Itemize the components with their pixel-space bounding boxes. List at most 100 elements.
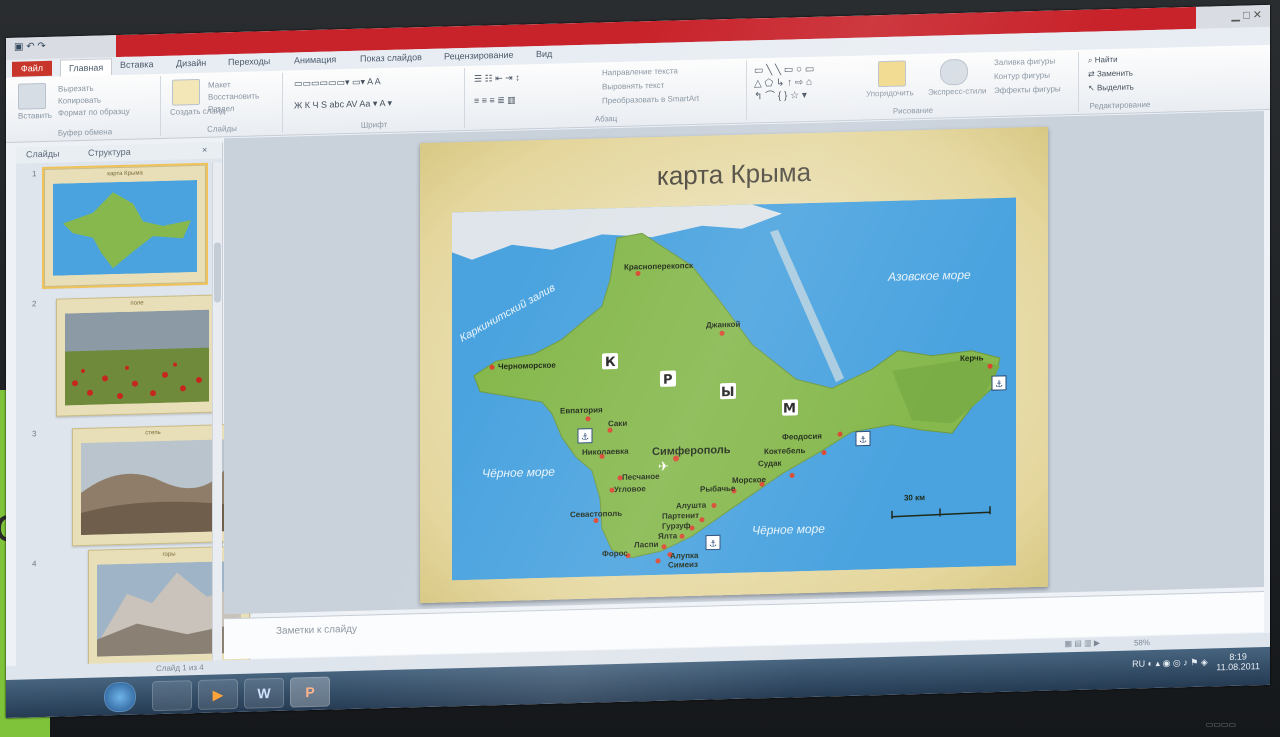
sea-label: Чёрное море bbox=[752, 522, 825, 538]
tab-insert[interactable]: Вставка bbox=[120, 59, 153, 70]
close-pane-icon[interactable]: × bbox=[202, 145, 207, 155]
city-label: Судак bbox=[758, 459, 783, 469]
copy-button[interactable]: Копировать bbox=[58, 96, 101, 106]
font-format-buttons[interactable]: Ж К Ч S abc AV Aa ▾ A ▾ bbox=[294, 98, 392, 112]
binoculars-icon: ⌕ bbox=[1088, 55, 1093, 65]
slide-number: 2 bbox=[32, 299, 37, 309]
replace-button[interactable]: ⇄ Заменить bbox=[1088, 68, 1133, 78]
reset-button[interactable]: Восстановить bbox=[208, 91, 259, 101]
language-indicator[interactable]: RU bbox=[1132, 659, 1145, 669]
tab-slides[interactable]: Слайды bbox=[26, 149, 60, 160]
system-tray[interactable]: RU ◐ ▴ ◉ ◎ ♪ ⚑ ◈ 8:19 11.08.2011 bbox=[1132, 651, 1260, 674]
quick-access-toolbar[interactable]: ▣ ↶ ↷ bbox=[14, 41, 46, 53]
group-font: ▭▭▭▭▭▭▾ ▭▾ A A Ж К Ч S abc AV Aa ▾ A ▾ Ш… bbox=[284, 67, 465, 133]
city-label: Алушта bbox=[676, 501, 707, 511]
minimize-icon[interactable]: ▁ bbox=[1232, 10, 1240, 22]
cut-button[interactable]: Вырезать bbox=[58, 84, 94, 94]
arrange-button[interactable]: Упорядочить bbox=[866, 88, 914, 98]
smartart-button[interactable]: Преобразовать в SmartArt bbox=[602, 94, 699, 106]
align-text-button[interactable]: Выровнять текст bbox=[602, 81, 664, 92]
close-icon[interactable]: ✕ bbox=[1253, 9, 1262, 21]
slide-thumbnail-1[interactable]: карта Крыма bbox=[42, 162, 208, 290]
save-icon[interactable]: ▣ bbox=[14, 42, 23, 53]
slides-pane-scrollbar[interactable] bbox=[212, 162, 222, 663]
clock[interactable]: 8:19 11.08.2011 bbox=[1216, 651, 1260, 673]
group-clipboard: Вставить Вырезать Копировать Формат по о… bbox=[10, 75, 161, 140]
city-label: Джанкой bbox=[706, 320, 741, 330]
current-slide[interactable]: карта Крыма Азовское море Чёрное море Чё… bbox=[420, 126, 1048, 604]
redo-icon[interactable]: ↷ bbox=[37, 41, 45, 52]
select-button[interactable]: ↖ Выделить bbox=[1088, 82, 1134, 92]
slide-thumbnail-2[interactable]: поле bbox=[56, 294, 218, 417]
tab-design[interactable]: Дизайн bbox=[176, 58, 206, 69]
crimea-map: Азовское море Чёрное море Чёрное море Ка… bbox=[452, 197, 1016, 581]
city-label: Николаевка bbox=[582, 447, 629, 457]
city-label: Морское bbox=[732, 475, 767, 485]
tab-animations[interactable]: Анимация bbox=[294, 54, 336, 65]
pane-tabs: Слайды Структура × bbox=[16, 142, 222, 164]
replace-icon: ⇄ bbox=[1088, 69, 1095, 79]
view-buttons[interactable]: ▦ ▤ ▥ ▶ bbox=[1065, 638, 1101, 648]
slide-thumbnail-3[interactable]: степь bbox=[72, 424, 234, 547]
format-painter-button[interactable]: Формат по образцу bbox=[58, 107, 130, 118]
section-button[interactable]: Раздел bbox=[208, 104, 234, 114]
scale-label: 30 км bbox=[904, 493, 925, 503]
port-icon: ⚓ bbox=[859, 435, 867, 445]
align-buttons[interactable]: ≡ ≡ ≡ ≣ ▥ bbox=[474, 95, 516, 107]
scrollbar-thumb[interactable] bbox=[214, 242, 221, 303]
shape-fill-button[interactable]: Заливка фигуры bbox=[994, 57, 1055, 68]
city-label: Феодосия bbox=[782, 432, 822, 442]
layout-button[interactable]: Макет bbox=[208, 80, 231, 90]
zoom-level[interactable]: 58% bbox=[1134, 638, 1150, 647]
tray-icons[interactable]: ◐ ▴ ◉ ◎ ♪ ⚑ ◈ bbox=[1148, 657, 1208, 669]
slide-number: 1 bbox=[32, 169, 37, 179]
city-label: Саки bbox=[608, 419, 627, 429]
windows-start-icon[interactable] bbox=[104, 681, 136, 713]
tab-review[interactable]: Рецензирование bbox=[444, 50, 514, 62]
group-paragraph: ☰ ☷ ⇤ ⇥ ↕ ≡ ≡ ≡ ≣ ▥ Направление текста В… bbox=[466, 60, 747, 128]
city-label: Гурзуф bbox=[662, 521, 690, 531]
maximize-icon[interactable]: □ bbox=[1243, 9, 1250, 21]
crimea-map-thumbnail bbox=[53, 179, 197, 276]
city-label-capital: Симферополь bbox=[652, 444, 731, 458]
shape-effects-button[interactable]: Эффекты фигуры bbox=[994, 84, 1061, 95]
map-letter: М bbox=[783, 401, 796, 416]
group-slides: Создать слайд Макет Восстановить Раздел … bbox=[162, 72, 283, 136]
explorer-icon[interactable] bbox=[152, 680, 192, 712]
slide-number: 3 bbox=[32, 429, 37, 439]
list-buttons[interactable]: ☰ ☷ ⇤ ⇥ ↕ bbox=[474, 73, 520, 85]
quick-styles-button[interactable]: Экспресс-стили bbox=[928, 86, 987, 97]
city-label: Севастополь bbox=[570, 509, 622, 519]
tab-outline[interactable]: Структура bbox=[88, 147, 131, 158]
find-button[interactable]: ⌕ Найти bbox=[1088, 55, 1118, 66]
paste-button[interactable]: Вставить bbox=[18, 111, 52, 121]
tab-home[interactable]: Главная bbox=[60, 58, 113, 77]
tab-view[interactable]: Вид bbox=[536, 49, 552, 59]
tab-slideshow[interactable]: Показ слайдов bbox=[360, 52, 422, 64]
city-label: Рыбачье bbox=[700, 484, 736, 494]
tab-transitions[interactable]: Переходы bbox=[228, 56, 270, 67]
font-name-dropdown[interactable]: ▭▭▭▭▭▭▾ ▭▾ A A bbox=[294, 76, 381, 89]
shape-outline-button[interactable]: Контур фигуры bbox=[994, 71, 1050, 81]
city-label: Песчаное bbox=[622, 472, 660, 482]
undo-icon[interactable]: ↶ bbox=[26, 41, 34, 52]
powerpoint-icon[interactable]: P bbox=[290, 676, 330, 708]
slides-pane: Слайды Структура × 1 карта Крыма 2 поле bbox=[16, 142, 250, 676]
slide-title[interactable]: карта Крыма bbox=[420, 151, 1048, 198]
new-slide-icon[interactable] bbox=[172, 78, 200, 106]
media-player-icon[interactable]: ▶ bbox=[198, 678, 238, 710]
poppy-field-picture bbox=[65, 309, 209, 406]
window-controls[interactable]: ▁ □ ✕ bbox=[1232, 8, 1262, 22]
arrange-icon[interactable] bbox=[878, 60, 906, 88]
city-label: Симеиз bbox=[668, 560, 698, 570]
clock-date: 11.08.2011 bbox=[1216, 661, 1260, 673]
city-label: Угловое bbox=[614, 484, 646, 494]
text-direction-button[interactable]: Направление текста bbox=[602, 66, 678, 77]
word-icon[interactable]: W bbox=[244, 677, 284, 709]
cursor-icon: ↖ bbox=[1088, 83, 1095, 93]
shapes-gallery[interactable]: ▭ ╲ ╲ ▭ ○ ▭ △ ⬠ ↳ ↑ ⇨ ⌂ ↰ ⌒ { } ☆ ▾ bbox=[754, 63, 814, 104]
quick-styles-icon[interactable] bbox=[940, 58, 968, 86]
port-icon: ⚓ bbox=[709, 539, 717, 549]
tab-file[interactable]: Файл bbox=[12, 60, 52, 77]
paste-icon[interactable] bbox=[18, 82, 46, 110]
